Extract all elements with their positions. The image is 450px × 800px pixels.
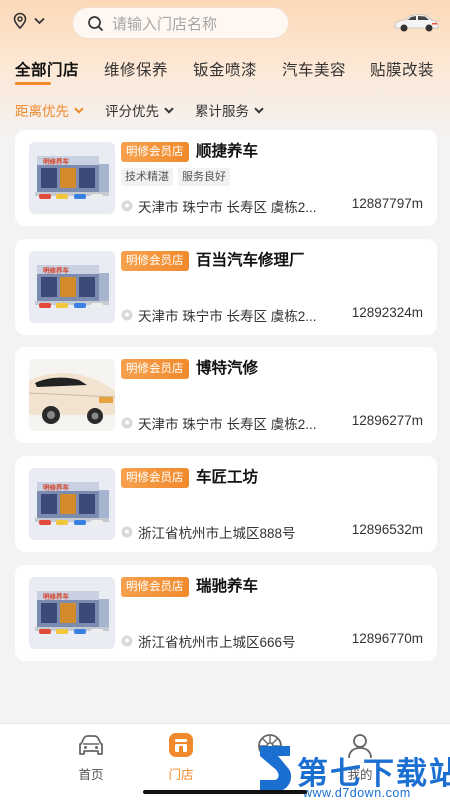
store-thumbnail: 明修养车 [29,468,115,540]
watermark-logo-icon [260,746,292,792]
search-input[interactable]: 请输入门店名称 [72,7,289,39]
store-tags: 技术精湛 服务良好 [121,168,230,186]
store-distance: 12896277m [351,413,423,428]
watermark-url: www.d7down.com [303,786,411,800]
location-dot-icon [121,635,133,647]
store-address-row: 浙江省杭州市上城区666号 [121,631,333,651]
location-dot-icon [121,526,133,538]
nav-home[interactable]: 首页 [56,724,126,784]
location-dot-icon [121,200,133,212]
store-photo: 明修养车 [29,142,115,214]
member-store-badge: 明修会员店 [121,359,189,379]
store-address: 天津市 珠宁市 长寿区 虞栋2... [138,200,317,215]
location-dot-icon [121,417,133,429]
filter-rating-label: 评分优先 [105,104,159,119]
store-thumbnail: 明修养车 [29,251,115,323]
store-address: 浙江省杭州市上城区888号 [138,526,296,541]
category-tabs: 全部门店 维修保养 钣金喷漆 汽车美容 贴膜改装 [0,58,450,86]
store-icon [169,733,193,757]
store-address-row: 浙江省杭州市上城区888号 [121,522,333,542]
filter-total-service[interactable]: 累计服务 [195,100,264,120]
car-icon[interactable] [392,12,440,34]
store-card[interactable]: 明修养车 明修会员店 车匠工坊 浙江省杭州市上城区888号 12896532m [15,456,437,552]
store-distance: 12896770m [351,631,423,646]
member-store-badge: 明修会员店 [121,251,189,271]
store-photo: 明修养车 [29,251,115,323]
store-name: 顺捷养车 [196,143,259,160]
active-tab-indicator [15,82,51,85]
sort-filters: 距离优先 评分优先 累计服务 [0,100,450,122]
store-thumbnail [29,359,115,431]
top-header: 请输入门店名称 [0,0,450,46]
store-sign: 明修养车 [43,266,70,275]
store-distance: 12887797m [351,196,423,211]
tab-film-modification[interactable]: 贴膜改装 [370,58,434,80]
tab-car-beauty[interactable]: 汽车美容 [282,58,346,80]
store-tag: 服务良好 [178,168,230,186]
store-sign: 明修养车 [43,592,70,601]
store-photo: 明修养车 [29,468,115,540]
member-store-badge: 明修会员店 [121,577,189,597]
member-store-badge: 明修会员店 [121,142,189,162]
filter-rating[interactable]: 评分优先 [105,100,174,120]
nav-home-label: 首页 [78,768,104,782]
store-sign: 明修养车 [43,483,70,492]
store-name: 瑞驰养车 [196,578,259,595]
store-card[interactable]: 明修养车 明修会员店 瑞驰养车 浙江省杭州市上城区666号 12896770m [15,565,437,661]
store-address-row: 天津市 珠宁市 长寿区 虞栋2... [121,196,333,216]
store-sign: 明修养车 [43,157,70,166]
location-selector[interactable] [12,12,45,30]
caret-down-icon [74,106,84,114]
nav-store-label: 门店 [168,768,194,782]
store-address: 浙江省杭州市上城区666号 [138,635,296,650]
store-address: 天津市 珠宁市 长寿区 虞栋2... [138,309,317,324]
caret-down-icon [254,106,264,114]
store-card[interactable]: 明修会员店 博特汽修 天津市 珠宁市 长寿区 虞栋2... 12896277m [15,347,437,443]
store-name: 百当汽车修理厂 [196,252,305,269]
store-card[interactable]: 明修养车 明修会员店 顺捷养车 技术精湛 服务良好 天津市 珠宁市 长寿区 虞栋2… [15,130,437,226]
chevron-down-icon [34,17,45,25]
store-photo [29,359,115,431]
tab-all-stores[interactable]: 全部门店 [15,58,79,80]
search-icon [88,15,103,31]
store-thumbnail: 明修养车 [29,142,115,214]
store-photo: 明修养车 [29,577,115,649]
store-card[interactable]: 明修养车 明修会员店 百当汽车修理厂 天津市 珠宁市 长寿区 虞栋2... 12… [15,239,437,335]
store-name: 博特汽修 [196,360,259,377]
store-address-row: 天津市 珠宁市 长寿区 虞栋2... [121,305,333,325]
location-pin-icon [13,12,27,30]
home-indicator [143,790,307,794]
tab-bodywork-paint[interactable]: 钣金喷漆 [193,58,257,80]
store-name: 车匠工坊 [196,469,259,486]
store-tag: 技术精湛 [121,168,173,186]
filter-distance[interactable]: 距离优先 [15,100,84,120]
nav-store[interactable]: 门店 [146,724,216,784]
store-distance: 12896532m [351,522,423,537]
tab-maintenance[interactable]: 维修保养 [104,58,168,80]
store-thumbnail: 明修养车 [29,577,115,649]
filter-total-service-label: 累计服务 [195,104,249,119]
location-dot-icon [121,309,133,321]
member-store-badge: 明修会员店 [121,468,189,488]
store-distance: 12892324m [351,305,423,320]
store-address: 天津市 珠宁市 长寿区 虞栋2... [138,417,317,432]
store-address-row: 天津市 珠宁市 长寿区 虞栋2... [121,413,333,433]
search-placeholder: 请输入门店名称 [112,15,218,33]
caret-down-icon [164,106,174,114]
car-face-icon [79,735,103,755]
filter-distance-label: 距离优先 [15,104,69,119]
